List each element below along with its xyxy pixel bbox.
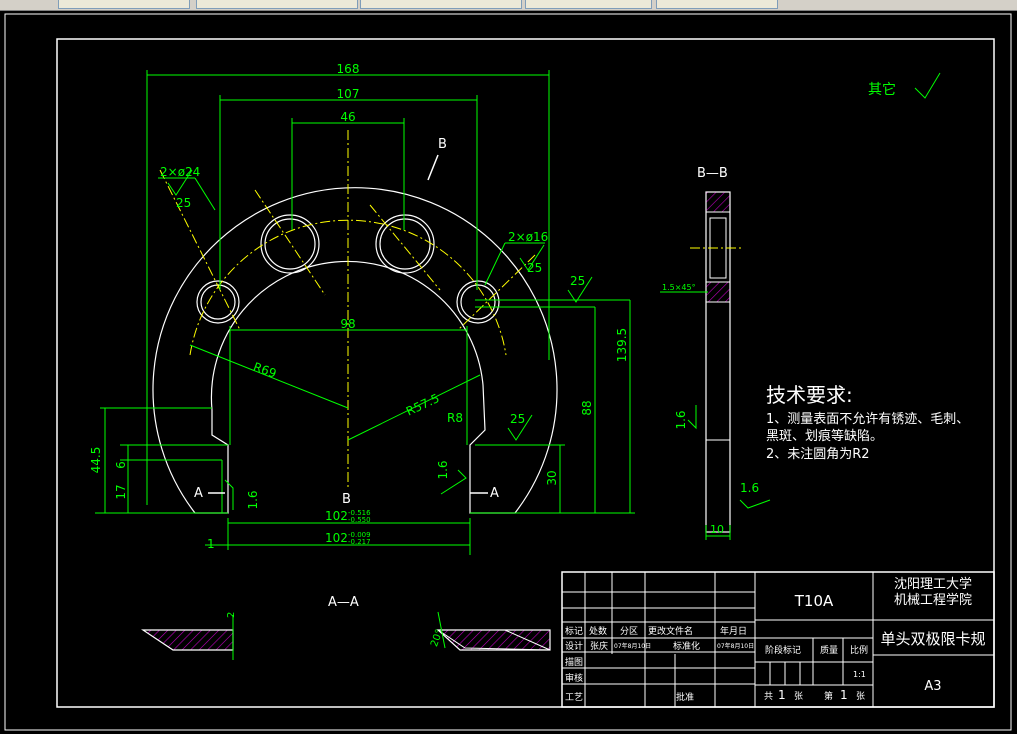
- dim-98: 98: [340, 317, 355, 331]
- tb-row-design: 设计: [565, 640, 583, 652]
- tb-total-unit: 张: [794, 691, 803, 702]
- tb-row-draw: 描图: [565, 656, 583, 668]
- roughness-1-6-a: 1.6: [436, 460, 450, 479]
- tb-total-count: 1: [778, 688, 786, 702]
- part-outline: [152, 187, 558, 514]
- section-label-a-left: A: [194, 486, 203, 501]
- dim-angle-20: 20°: [429, 628, 445, 648]
- dim-30: 30: [545, 470, 559, 485]
- dim-17: 17: [114, 484, 128, 499]
- dim-44-5: 44.5: [89, 447, 103, 474]
- tb-row-process: 工艺: [565, 692, 583, 703]
- section-title-b-b: B—B: [697, 166, 728, 181]
- roughness-25-d: 25: [510, 412, 525, 426]
- dim-102-b-tol-lower: -0.217: [348, 538, 371, 546]
- tb-head-scale: 比例: [850, 644, 868, 656]
- roughness-1-6-b: 1.6: [246, 490, 260, 509]
- dim-168: 168: [337, 62, 360, 76]
- tb-material: T10A: [794, 592, 834, 610]
- dim-hole-16-qty: 2×ø16: [508, 230, 548, 244]
- tb-part-name: 单头双极限卡规: [880, 630, 985, 648]
- tb-sheet-number: 1: [840, 688, 848, 702]
- section-label-b-bottom: B: [342, 492, 351, 507]
- drawing-frame: [56, 38, 995, 708]
- dim-46: 46: [340, 110, 355, 124]
- tb-head-mark: 标记: [565, 625, 583, 637]
- roughness-symbols: [167, 72, 941, 510]
- dim-88: 88: [580, 400, 594, 415]
- section-label-b-top: B: [438, 137, 447, 152]
- dim-1: 1: [207, 537, 215, 551]
- roughness-other-label: 其它: [868, 81, 896, 98]
- section-view-b-b: [660, 191, 742, 540]
- roughness-25-c: 25: [570, 274, 585, 288]
- dim-139-5: 139.5: [615, 328, 629, 362]
- tb-row-check: 审核: [565, 672, 583, 684]
- dim-r69: R69: [251, 360, 278, 381]
- roughness-25-a: 25: [176, 196, 191, 210]
- dim-102-a: 102: [325, 509, 348, 523]
- tb-head-change-doc: 更改文件名: [648, 625, 693, 637]
- tb-sheet-size: A3: [924, 679, 941, 694]
- dim-r8: R8: [447, 411, 463, 425]
- tb-row-standard: 标准化: [673, 640, 700, 652]
- tb-head-date: 年月日: [720, 625, 747, 637]
- roughness-1-6-d: 1.6: [740, 481, 759, 495]
- section-label-a-right: A: [490, 486, 499, 501]
- drawing-sheet: 168 107 46 98 2×ø24 2×ø16 R69 R57.5 R8 1…: [4, 13, 1012, 731]
- tb-row-approve: 批准: [676, 691, 694, 703]
- tb-head-mass: 质量: [820, 644, 838, 656]
- tech-req-line-1: 1、测量表面不允许有锈迹、毛刺、: [766, 411, 969, 427]
- tb-standard-date: 07年8月10日: [717, 642, 754, 650]
- dim-6: 6: [114, 461, 128, 469]
- dim-hole-24-qty: 2×ø24: [160, 165, 200, 179]
- tb-design-date: 07年8月10日: [614, 642, 651, 650]
- dim-10: 10: [710, 523, 724, 536]
- tb-school-line-2: 机械工程学院: [894, 592, 972, 608]
- dim-2: 2: [226, 612, 237, 618]
- dim-107: 107: [337, 87, 360, 101]
- tech-req-heading: 技术要求:: [766, 383, 853, 407]
- tb-head-zone: 分区: [620, 626, 638, 637]
- tb-head-count: 处数: [589, 625, 607, 637]
- tb-designer: 张庆: [590, 640, 608, 652]
- tech-req-line-2: 黑斑、划痕等缺陷。: [766, 428, 883, 444]
- tb-sheet-prefix: 第: [824, 690, 833, 702]
- tb-school-line-1: 沈阳理工大学: [894, 576, 972, 592]
- section-view-a-a: [141, 611, 551, 660]
- tb-scale-value: 1:1: [853, 670, 866, 679]
- dim-102-b: 102: [325, 531, 348, 545]
- tb-sheet-unit: 张: [856, 691, 865, 702]
- roughness-1-6-c: 1.6: [674, 410, 688, 429]
- tb-total-prefix: 共: [764, 691, 773, 702]
- tb-head-stage: 阶段标记: [765, 644, 801, 656]
- section-title-a-a: A—A: [328, 595, 359, 610]
- dim-chamfer: 1.5×45°: [662, 283, 696, 292]
- roughness-25-b: 25: [527, 261, 542, 275]
- cad-viewport[interactable]: 168 107 46 98 2×ø24 2×ø16 R69 R57.5 R8 1…: [0, 0, 1017, 734]
- outer-border: [4, 13, 1012, 731]
- tech-req-line-3: 2、未注圆角为R2: [766, 447, 870, 462]
- dim-102-a-tol-lower: -0.550: [348, 516, 371, 524]
- dim-r57-5: R57.5: [404, 391, 442, 419]
